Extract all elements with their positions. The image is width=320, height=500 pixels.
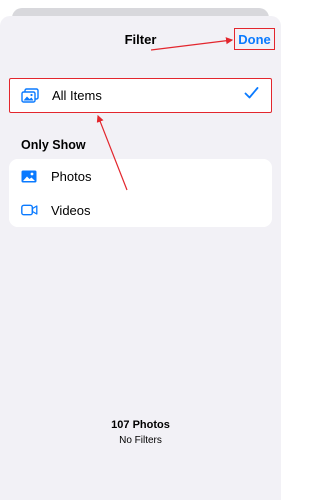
checkmark-icon: [244, 86, 259, 105]
photo-library-icon: [21, 87, 39, 105]
video-icon: [20, 201, 38, 219]
list-item-photos[interactable]: Photos: [9, 159, 272, 193]
filter-status: No Filters: [119, 435, 162, 446]
photo-count: 107 Photos: [111, 419, 170, 431]
videos-label: Videos: [51, 202, 91, 218]
all-items-option[interactable]: All Items: [9, 78, 272, 113]
all-items-label: All Items: [52, 88, 102, 103]
done-button[interactable]: Done: [234, 28, 275, 50]
only-show-list: Photos Videos: [9, 159, 272, 227]
photo-icon: [20, 167, 38, 185]
photos-label: Photos: [51, 168, 92, 184]
section-header-only-show: Only Show: [21, 138, 86, 152]
list-item-videos[interactable]: Videos: [9, 193, 272, 227]
screen: Filter Done All Items Only Show Photos V…: [0, 0, 281, 500]
